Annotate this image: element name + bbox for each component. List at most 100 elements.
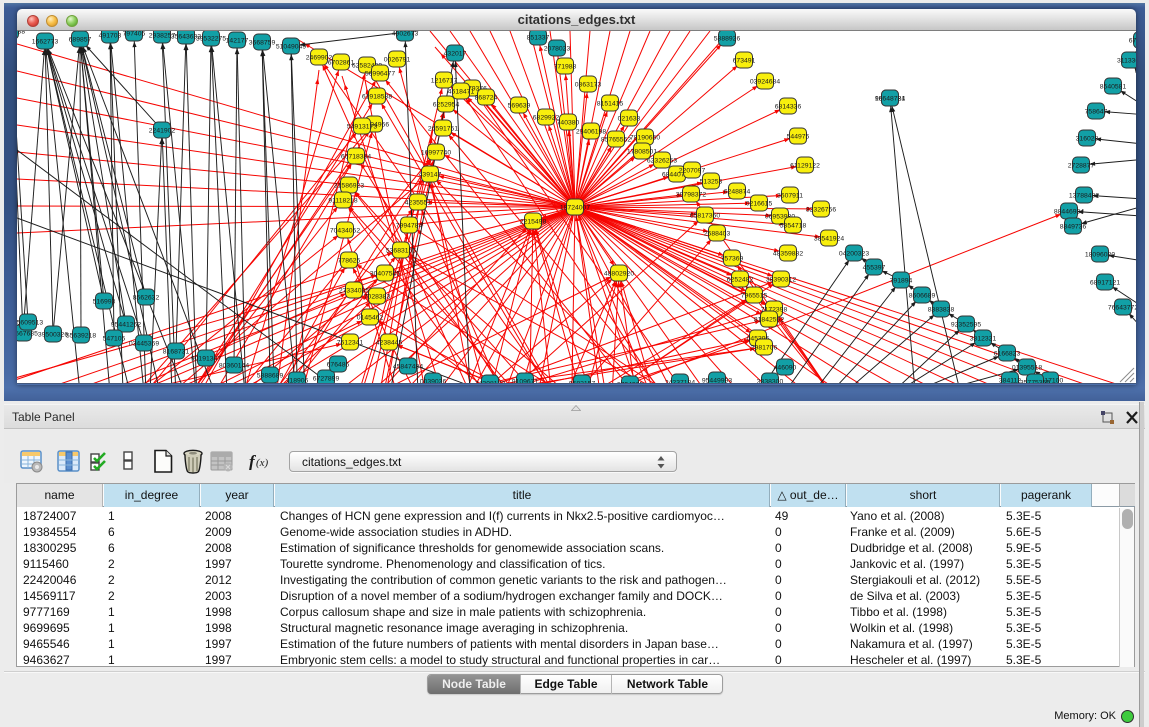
svg-text:5354718: 5354718 bbox=[780, 222, 807, 229]
svg-text:718906: 718906 bbox=[286, 377, 309, 384]
svg-text:1662773: 1662773 bbox=[32, 38, 59, 45]
svg-text:88446934: 88446934 bbox=[1054, 208, 1084, 215]
svg-text:6829922: 6829922 bbox=[533, 114, 560, 121]
svg-text:569639: 569639 bbox=[508, 102, 531, 109]
svg-text:60718384: 60718384 bbox=[341, 153, 371, 160]
svg-text:8849736: 8849736 bbox=[1060, 223, 1087, 230]
svg-text:771988: 771988 bbox=[554, 63, 577, 70]
svg-text:758647: 758647 bbox=[1085, 108, 1108, 115]
svg-text:0363173: 0363173 bbox=[575, 81, 602, 88]
svg-text:7965515: 7965515 bbox=[741, 292, 768, 299]
svg-text:01395518: 01395518 bbox=[1012, 364, 1042, 371]
svg-text:3113361: 3113361 bbox=[1117, 57, 1136, 64]
svg-text:0026791: 0026791 bbox=[384, 56, 411, 63]
svg-text:03924684: 03924684 bbox=[750, 78, 780, 85]
svg-text:6785136: 6785136 bbox=[1129, 37, 1136, 44]
svg-text:6252954: 6252954 bbox=[433, 101, 460, 108]
svg-text:45847484: 45847484 bbox=[393, 363, 423, 370]
svg-text:26591751: 26591751 bbox=[428, 125, 458, 132]
svg-text:68917121: 68917121 bbox=[1090, 279, 1120, 286]
svg-text:53683155: 53683155 bbox=[386, 247, 416, 254]
svg-text:56996477: 56996477 bbox=[365, 70, 395, 77]
svg-text:676486: 676486 bbox=[327, 361, 350, 368]
svg-text:7994784: 7994784 bbox=[396, 222, 423, 229]
svg-text:3312321: 3312321 bbox=[970, 335, 997, 342]
svg-text:6248874: 6248874 bbox=[724, 188, 751, 195]
svg-text:0216615: 0216615 bbox=[746, 200, 773, 207]
svg-text:51049049: 51049049 bbox=[276, 43, 306, 50]
svg-text:516993: 516993 bbox=[93, 298, 116, 305]
svg-text:547105: 547105 bbox=[103, 335, 126, 342]
svg-text:76643772: 76643772 bbox=[1108, 304, 1136, 311]
svg-text:446090: 446090 bbox=[774, 364, 797, 371]
svg-text:48802920: 48802920 bbox=[604, 270, 634, 277]
svg-text:8606689: 8606689 bbox=[909, 292, 936, 299]
svg-text:80360144: 80360144 bbox=[219, 362, 249, 369]
svg-text:491703: 491703 bbox=[99, 32, 122, 39]
svg-text:6794965: 6794965 bbox=[617, 381, 644, 384]
svg-text:92352595: 92352595 bbox=[951, 321, 981, 328]
svg-text:851337: 851337 bbox=[527, 34, 550, 41]
svg-text:740380: 740380 bbox=[557, 119, 580, 126]
svg-text:778625: 778625 bbox=[338, 257, 361, 264]
svg-text:316028: 316028 bbox=[1076, 135, 1099, 142]
svg-text:39532275: 39532275 bbox=[196, 35, 226, 42]
svg-text:4902673: 4902673 bbox=[392, 31, 419, 37]
svg-text:4238445: 4238445 bbox=[376, 339, 403, 346]
svg-text:95441262: 95441262 bbox=[111, 321, 141, 328]
svg-text:2728877: 2728877 bbox=[1068, 162, 1095, 169]
svg-text:673491: 673491 bbox=[733, 57, 756, 64]
svg-text:8151415: 8151415 bbox=[597, 100, 624, 107]
svg-text:689857: 689857 bbox=[69, 36, 92, 43]
svg-text:16648784: 16648784 bbox=[875, 95, 905, 102]
svg-text:91118218: 91118218 bbox=[328, 197, 357, 204]
svg-text:3668759: 3668759 bbox=[249, 39, 276, 46]
svg-text:8540581: 8540581 bbox=[1100, 83, 1127, 90]
svg-text:6727899: 6727899 bbox=[313, 375, 340, 382]
svg-text:82326756: 82326756 bbox=[806, 206, 836, 213]
svg-text:2207097: 2207097 bbox=[679, 167, 706, 174]
svg-text:6702861: 6702861 bbox=[328, 59, 355, 66]
svg-text:38541924: 38541924 bbox=[814, 235, 844, 242]
svg-text:4618471: 4618471 bbox=[448, 88, 475, 95]
svg-text:17808501: 17808501 bbox=[627, 148, 657, 155]
svg-text:85765552: 85765552 bbox=[601, 136, 631, 143]
svg-text:021633: 021633 bbox=[618, 115, 641, 122]
svg-text:2078023: 2078023 bbox=[544, 45, 571, 52]
svg-text:0582157: 0582157 bbox=[569, 380, 596, 384]
svg-text:54913173: 54913173 bbox=[347, 123, 377, 130]
svg-text:97778188: 97778188 bbox=[17, 31, 25, 35]
svg-text:2215498: 2215498 bbox=[520, 218, 547, 225]
svg-text:8562632: 8562632 bbox=[133, 294, 160, 301]
svg-text:62326253: 62326253 bbox=[647, 157, 677, 164]
svg-text:29406198: 29406198 bbox=[576, 128, 606, 135]
svg-text:2688403: 2688403 bbox=[704, 230, 731, 237]
svg-text:4235551: 4235551 bbox=[405, 199, 432, 206]
svg-text:868724: 868724 bbox=[475, 94, 498, 101]
svg-text:18096080: 18096080 bbox=[1085, 251, 1115, 258]
svg-text:48359882: 48359882 bbox=[773, 250, 803, 257]
svg-text:2241902: 2241902 bbox=[149, 127, 176, 134]
svg-text:8168731: 8168731 bbox=[163, 348, 190, 355]
svg-text:432017: 432017 bbox=[444, 50, 467, 57]
svg-text:(x): (x) bbox=[256, 457, 269, 469]
svg-text:0145462: 0145462 bbox=[357, 314, 384, 321]
svg-text:16997740: 16997740 bbox=[421, 149, 451, 156]
svg-text:81842592: 81842592 bbox=[754, 316, 784, 323]
svg-text:3338300: 3338300 bbox=[757, 378, 784, 384]
svg-text:1216717: 1216717 bbox=[431, 77, 458, 84]
svg-text:6252482: 6252482 bbox=[727, 276, 754, 283]
svg-text:8383838: 8383838 bbox=[928, 306, 955, 313]
svg-text:74308172: 74308172 bbox=[475, 380, 505, 384]
svg-text:455397: 455397 bbox=[863, 264, 886, 271]
svg-text:7028383: 7028383 bbox=[364, 293, 391, 300]
svg-text:39500326: 39500326 bbox=[38, 331, 68, 338]
svg-text:3607911: 3607911 bbox=[777, 192, 803, 199]
svg-text:757369: 757369 bbox=[721, 255, 744, 262]
svg-text:513253: 513253 bbox=[700, 178, 723, 185]
svg-text:142177: 142177 bbox=[226, 37, 249, 44]
svg-text:24237184: 24237184 bbox=[665, 379, 695, 384]
svg-text:13788482: 13788482 bbox=[1069, 192, 1099, 199]
svg-text:6166823: 6166823 bbox=[994, 350, 1021, 357]
svg-text:95449993: 95449993 bbox=[702, 377, 732, 384]
